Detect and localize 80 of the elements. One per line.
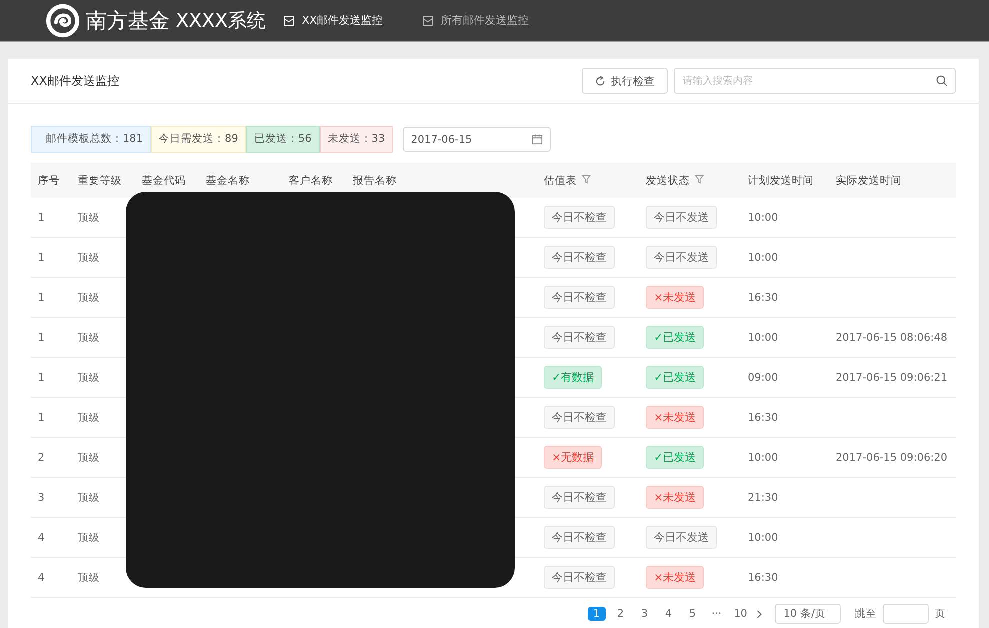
search-icon[interactable] [936, 75, 948, 87]
date-field[interactable]: 2017-06-15 [403, 127, 552, 152]
table-cell: 16:30 [744, 278, 832, 318]
card-title: XX邮件发送监控 [31, 72, 120, 90]
table-cell: 1 [31, 398, 74, 438]
page-size-select[interactable]: 10 条/页 [774, 604, 841, 624]
table-cell: 10:00 [744, 198, 832, 238]
page-link[interactable]: 10 [732, 607, 750, 621]
column-header[interactable]: 发送状态 [642, 163, 744, 198]
refresh-icon[interactable] [595, 76, 606, 86]
table-cell: 2017-06-15 09:06:21 [836, 372, 948, 384]
swirl-logo-icon [46, 4, 80, 38]
nav-link[interactable]: XX邮件发送监控 [284, 13, 384, 28]
status-tag: 今日不发送 [646, 246, 717, 269]
stat-badge: 未发送：33 [320, 126, 394, 153]
page-link[interactable]: 1 [588, 607, 606, 621]
status-tag: 今日不发送 [646, 526, 717, 549]
jump-label: 跳至 [855, 607, 877, 621]
search-field[interactable]: 请输入搜索内容 [674, 68, 956, 94]
status-tag: ×未发送 [646, 406, 704, 429]
column-header[interactable]: 估值表 [540, 163, 642, 198]
brand-name: 南方基金 [86, 8, 170, 34]
valuation-tag: 今日不检查 [544, 566, 615, 589]
page-link[interactable]: 2 [612, 607, 630, 621]
table-cell: 1 [31, 278, 74, 318]
table-cell: 4 [31, 558, 74, 598]
status-tag: ✓已发送 [646, 366, 704, 389]
table-cell: 1 [31, 358, 74, 398]
stat-badge: 邮件模板总数：181 [31, 126, 152, 153]
table-cell: 09:00 [744, 358, 832, 398]
page-jump-field[interactable] [883, 604, 929, 624]
nav-link[interactable]: 所有邮件发送监控 [423, 13, 530, 28]
table-cell: 10:00 [744, 438, 832, 478]
table-cell: 21:30 [744, 478, 832, 518]
valuation-tag: 今日不检查 [544, 206, 615, 229]
status-tag: ×未发送 [646, 286, 704, 309]
calendar-icon[interactable] [532, 134, 544, 145]
table-cell: 2017-06-15 08:06:48 [836, 332, 948, 344]
table-cell: 1 [31, 238, 74, 278]
table-cell: 3 [31, 478, 74, 518]
jump-suffix: 页 [935, 607, 946, 621]
stat-badge: 已发送：56 [246, 126, 320, 153]
page-link[interactable]: ··· [708, 607, 726, 621]
table-cell: 16:30 [744, 398, 832, 438]
valuation-tag: 今日不检查 [544, 286, 615, 309]
valuation-tag: 今日不检查 [544, 246, 615, 269]
status-tag: ✓已发送 [646, 446, 704, 469]
mail-icon[interactable] [423, 16, 434, 26]
table-cell: 10:00 [744, 318, 832, 358]
status-tag: 今日不发送 [646, 206, 717, 229]
valuation-tag: 今日不检查 [544, 326, 615, 349]
status-tag: ×未发送 [646, 486, 704, 509]
table-cell: 10:00 [744, 238, 832, 278]
column-header: 重要等级 [74, 163, 138, 198]
column-header: 计划发送时间 [744, 163, 832, 198]
table-cell: 1 [31, 318, 74, 358]
table-cell: 2017-06-15 09:06:20 [836, 452, 948, 464]
page-link[interactable]: 5 [684, 607, 702, 621]
valuation-tag: ×无数据 [544, 446, 602, 469]
valuation-tag: 今日不检查 [544, 486, 615, 509]
stat-badge: 今日需发送：89 [151, 126, 246, 153]
table-cell: 16:30 [744, 558, 832, 598]
table-cell: 4 [31, 518, 74, 558]
page-link[interactable]: 3 [636, 607, 654, 621]
table-cell: 10:00 [744, 518, 832, 558]
system-name: XXXX系统 [176, 8, 266, 34]
valuation-tag: ✓有数据 [544, 366, 602, 389]
status-tag: ✓已发送 [646, 326, 704, 349]
column-header: 实际发送时间 [832, 163, 956, 198]
check-button[interactable]: 执行检查 [582, 68, 668, 94]
valuation-tag: 今日不检查 [544, 526, 615, 549]
column-header: 序号 [31, 163, 74, 198]
filter-icon[interactable] [695, 174, 704, 184]
chevron-right-icon[interactable] [756, 610, 763, 618]
page-link[interactable]: 4 [660, 607, 678, 621]
table-cell: 2 [31, 438, 74, 478]
table-cell: 1 [31, 198, 74, 238]
status-tag: ×未发送 [646, 566, 704, 589]
valuation-tag: 今日不检查 [544, 406, 615, 429]
filter-icon[interactable] [582, 174, 592, 184]
